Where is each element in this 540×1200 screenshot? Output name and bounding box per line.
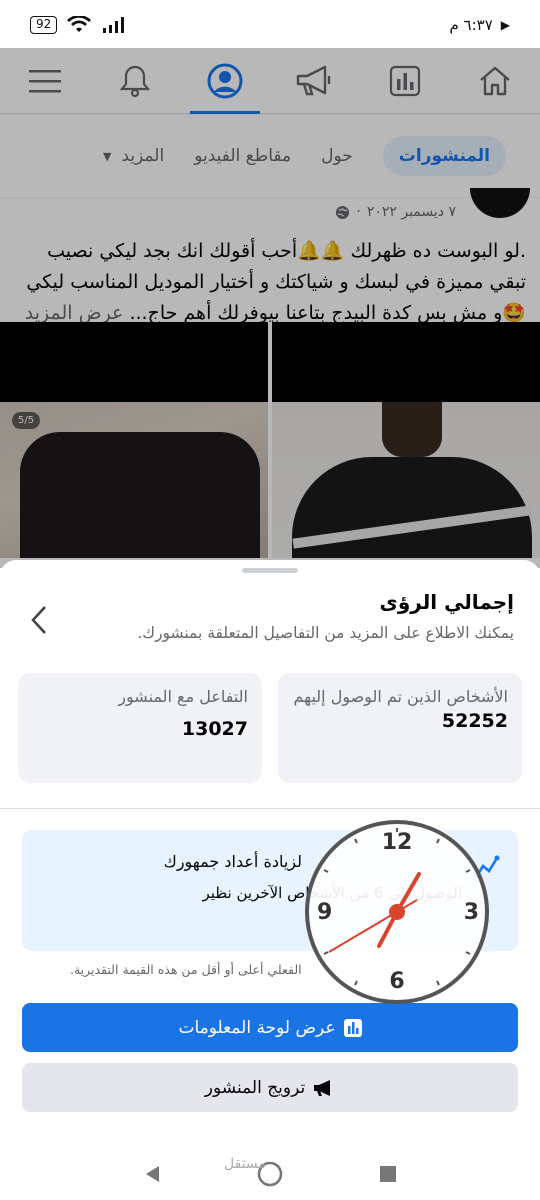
boost-post-label: ترويج المنشور xyxy=(204,1077,306,1098)
megaphone-icon xyxy=(296,65,331,95)
nav-home[interactable] xyxy=(460,48,530,114)
see-more-link[interactable]: عرض المزيد xyxy=(25,302,124,324)
post-text: .لو البوست ده ظهرلك 🔔🔔أحب أقولك انك بجد … xyxy=(16,236,526,329)
status-time: ٦:٣٧ م xyxy=(449,16,493,34)
photo-sweater xyxy=(272,402,540,558)
top-navbar xyxy=(0,48,540,114)
tab-more[interactable]: المزيد ▼ xyxy=(103,146,164,166)
view-dashboard-label: عرض لوحة المعلومات xyxy=(178,1017,336,1038)
sheet-subtitle: يمكنك الاطلاع على المزيد من التفاصيل الم… xyxy=(137,624,514,642)
bell-icon xyxy=(119,65,151,97)
clock-number-9: 9 xyxy=(317,900,333,925)
globe-icon xyxy=(336,205,350,219)
clock-number-6: 6 xyxy=(389,969,405,994)
photo-counter: 5/5 xyxy=(12,412,41,429)
stat-reach[interactable]: الأشخاص الذين تم الوصول إليهم 52252 xyxy=(278,673,522,783)
stat-reach-value: 52252 xyxy=(441,710,508,732)
clock-overlay: 12 3 6 9 xyxy=(305,820,489,1004)
stat-engagement-label: التفاعل مع المنشور xyxy=(118,687,248,706)
nav-profile[interactable] xyxy=(190,48,260,114)
signal-icon xyxy=(103,17,125,33)
nav-notifications[interactable] xyxy=(100,48,170,114)
tab-more-label: المزيد xyxy=(121,146,165,166)
chevron-left-icon[interactable] xyxy=(30,604,48,636)
wifi-icon xyxy=(67,16,92,32)
stat-reach-label: الأشخاص الذين تم الوصول إليهم xyxy=(293,687,508,706)
post-photo-left[interactable]: 5/5 xyxy=(0,322,268,558)
tab-videos[interactable]: مقاطع الفيديو xyxy=(194,146,291,166)
estimate-disclaimer: الفعلي أعلى أو أقل من هذه القيمة التقدير… xyxy=(70,962,302,977)
view-dashboard-button[interactable]: عرض لوحة المعلومات xyxy=(22,1003,518,1052)
post-photo-right[interactable] xyxy=(272,322,540,558)
recents-icon[interactable] xyxy=(379,1165,397,1183)
nav-ads[interactable] xyxy=(280,48,350,114)
clock-center xyxy=(389,904,405,920)
profile-tabs: المنشورات حول مقاطع الفيديو المزيد ▼ xyxy=(0,115,540,197)
clock-number-3: 3 xyxy=(463,900,479,925)
boost-post-button[interactable]: ترويج المنشور xyxy=(22,1063,518,1112)
play-store-icon: ▶ xyxy=(500,18,510,32)
stat-engagement-value: 13027 xyxy=(181,718,248,740)
status-bar: 92 ٦:٣٧ م ▶ xyxy=(0,0,540,50)
profile-icon xyxy=(207,63,243,98)
hair-shape xyxy=(382,402,442,457)
dot-separator: · xyxy=(356,204,361,220)
battery-indicator: 92 xyxy=(30,16,58,34)
nav-insights[interactable] xyxy=(370,48,440,114)
watermark: مستقل xyxy=(224,1156,266,1172)
promo-title: لزيادة أعداد جمهورك xyxy=(163,852,302,871)
jacket-shape xyxy=(20,432,260,558)
divider xyxy=(0,808,540,809)
chart-icon xyxy=(343,1018,362,1037)
chart-icon xyxy=(389,65,421,96)
home-icon xyxy=(480,66,510,95)
caret-down-icon: ▼ xyxy=(102,149,112,163)
post-meta: ٧ ديسمبر ٢٠٢٢ · xyxy=(335,204,456,220)
photo-leather-jacket xyxy=(0,402,268,558)
megaphone-icon xyxy=(314,1079,331,1096)
sheet-title: إجمالي الرؤى xyxy=(379,590,514,614)
page-avatar[interactable] xyxy=(470,188,530,218)
tab-about[interactable]: حول xyxy=(321,146,353,166)
back-icon[interactable] xyxy=(143,1164,161,1184)
post-date[interactable]: ٧ ديسمبر ٢٠٢٢ xyxy=(367,204,456,220)
nav-menu[interactable] xyxy=(10,48,80,114)
stat-engagement[interactable]: التفاعل مع المنشور 13027 xyxy=(18,673,262,783)
drag-handle[interactable] xyxy=(242,568,298,573)
tab-posts[interactable]: المنشورات xyxy=(382,136,506,176)
post-card: ٧ ديسمبر ٢٠٢٢ · .لو البوست ده ظهرلك 🔔🔔أح… xyxy=(0,188,540,578)
menu-icon xyxy=(29,69,61,92)
system-nav-bar: مستقل xyxy=(0,1148,540,1200)
clock-number-12: 12 xyxy=(381,830,413,855)
